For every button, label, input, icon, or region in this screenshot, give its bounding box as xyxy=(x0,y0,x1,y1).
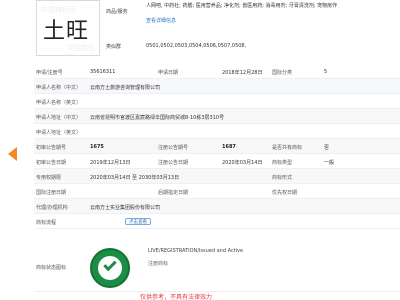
mark-type-label: 商标类型 xyxy=(272,160,293,166)
prelim-date-value: 2019年12月13日 xyxy=(90,160,131,166)
row-prelim-date: 初审公告日期 2019年12月13日 注册公告日期 2020年03月14日 商标… xyxy=(34,154,400,169)
address-cn-label: 申请人地址（中文） xyxy=(36,115,82,121)
shared-value: 否 xyxy=(324,145,330,151)
row-status: 商标状态图标 LIVE/REGISTRATION/Issued and Acti… xyxy=(34,242,400,292)
reg-pub-date-label: 注册公告日期 xyxy=(158,160,189,166)
applicant-cn-value: 云南方土旅游咨询管理有限公司 xyxy=(90,85,161,91)
footer-notice: 仅供参考，不具有法律效力 xyxy=(140,294,213,300)
detail-link[interactable]: 查看详细信息 xyxy=(146,17,176,24)
row-intl-dates: 国际注册日期 后期指定日期 优先权日期 xyxy=(34,184,400,199)
agent-label: 代理/办理机构 xyxy=(36,205,68,211)
row-address-cn: 申请人地址（中文） 云南省昆明市官渡区嘉宸路绿伞国际商贸城8-10栋3层310号 xyxy=(34,109,400,124)
row-prelim-number: 初审公告期号 1675 注册公告期号 1687 是否共有商标 否 xyxy=(34,139,400,154)
status-text: LIVE/REGISTRATION/Issued and Active xyxy=(148,248,244,254)
shared-label: 是否共有商标 xyxy=(272,145,303,151)
reg-no-value: 35616311 xyxy=(90,69,116,75)
trademark-image: 中国商标网 中国商标网 土旺 xyxy=(36,0,100,56)
later-date-label: 后期指定日期 xyxy=(158,190,189,196)
row-applicant-en: 申请人名称（英文） xyxy=(34,94,400,109)
class-value: 5 xyxy=(324,69,328,75)
flow-label: 商标流程 xyxy=(36,220,57,226)
exclusive-value: 2020年03月14日 至 2030年03月13日 xyxy=(90,175,180,181)
intl-reg-date-label: 国际注册日期 xyxy=(36,190,67,196)
checkmark-icon xyxy=(103,257,117,272)
row-agent: 代理/办理机构 云南方土实业集团股份有限公司 xyxy=(34,199,400,214)
class-label: 国际分类 xyxy=(272,70,293,76)
trademark-logo-text: 土旺 xyxy=(43,19,90,44)
reg-pub-no-label: 注册公告期号 xyxy=(158,145,189,151)
priority-label: 优先权日期 xyxy=(272,190,298,196)
mark-form-label: 商标形式 xyxy=(272,175,293,181)
applicant-cn-label: 申请人名称（中文） xyxy=(36,85,82,91)
applicant-en-label: 申请人名称（英文） xyxy=(36,100,82,106)
row-flow: 商标流程 点击查看 xyxy=(34,214,400,229)
registered-status-icon xyxy=(90,248,130,288)
row-applicant-cn: 申请人名称（中文） 云南方土旅游咨询管理有限公司 xyxy=(34,79,400,94)
row-registration-number: 申请/注册号 35616311 申请日期 2018年12月28日 国际分类 5 xyxy=(34,64,400,79)
row-address-en: 申请人地址（英文） xyxy=(34,124,400,139)
address-en-label: 申请人地址（英文） xyxy=(36,130,82,136)
goods-label: 商品/服务 xyxy=(106,9,128,15)
status-label: 商标状态图标 xyxy=(36,265,67,271)
status-subtext: 注册商标 xyxy=(148,261,169,267)
trademark-header: 中国商标网 中国商标网 土旺 商品/服务 人网吧, 中药社; 药膳; 医用营养品… xyxy=(0,0,400,60)
reg-pub-date-value: 2020年03月14日 xyxy=(222,160,263,166)
prelim-no-value: 1675 xyxy=(90,144,104,150)
prelim-date-label: 初审公告日期 xyxy=(36,160,67,166)
goods-value: 人网吧, 中药社; 药膳; 医用营养品; 净化剂; 兽医用药; 消毒用剂; 牙膏… xyxy=(146,3,338,9)
apply-date-label: 申请日期 xyxy=(158,70,179,76)
row-exclusive-period: 专用权期限 2020年03月14日 至 2030年03月13日 商标形式 xyxy=(34,169,400,184)
reg-pub-no-value: 1687 xyxy=(222,144,236,150)
group-label: 类似群 xyxy=(106,44,122,50)
view-flow-button[interactable]: 点击查看 xyxy=(125,218,151,225)
apply-date-value: 2018年12月28日 xyxy=(222,70,263,76)
agent-value: 云南方土实业集团股份有限公司 xyxy=(90,205,161,211)
mark-type-value: 一般 xyxy=(324,160,335,166)
reg-no-label: 申请/注册号 xyxy=(36,70,63,76)
prelim-no-label: 初审公告期号 xyxy=(36,145,67,151)
prev-arrow-icon[interactable] xyxy=(8,147,17,161)
group-value: 0501,0502,0503,0504,0506,0507,0508, xyxy=(146,43,247,49)
address-cn-value: 云南省昆明市官渡区嘉宸路绿伞国际商贸城8-10栋3层310号 xyxy=(90,115,225,121)
exclusive-label: 专用权期限 xyxy=(36,175,62,181)
